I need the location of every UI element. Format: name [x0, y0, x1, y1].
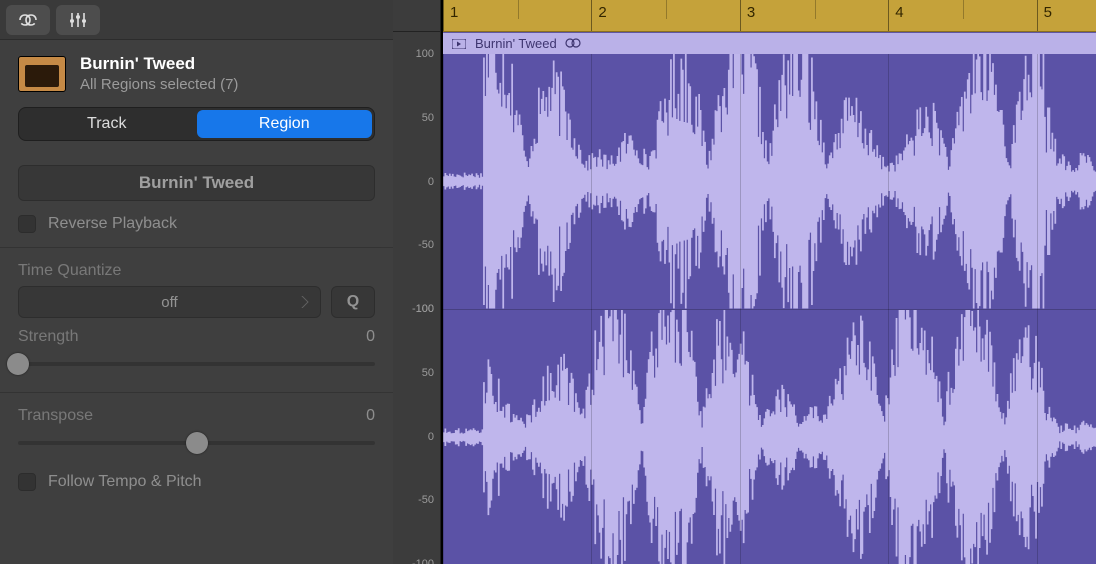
clip-label: Burnin' Tweed [475, 36, 557, 51]
tab-region[interactable]: Region [197, 110, 373, 138]
stereo-icon [565, 36, 581, 51]
follow-tempo-checkbox[interactable] [18, 473, 36, 491]
y-scale-bottom: 100500-50-100 [393, 309, 440, 564]
y-tick: 0 [428, 431, 434, 443]
y-tick: -50 [418, 239, 434, 251]
bar-ruler[interactable]: 12345 [443, 0, 1096, 32]
divider [0, 392, 393, 393]
play-icon [451, 38, 467, 50]
region-subtitle: All Regions selected (7) [80, 76, 238, 93]
track-region-segmented[interactable]: Track Region [18, 107, 375, 141]
divider [0, 247, 393, 248]
region-title: Burnin' Tweed [80, 54, 238, 74]
waveform-editor: 100500-50-100 100500-50-100 12345 Burnin… [393, 0, 1096, 564]
region-name-field[interactable]: Burnin' Tweed [18, 165, 375, 201]
time-quantize-select[interactable]: off [18, 286, 321, 318]
y-tick: -100 [412, 558, 434, 564]
waveform-channel-right [443, 309, 1096, 564]
region-properties-panel: Burnin' Tweed Reverse Playback Time Quan… [0, 155, 393, 505]
slider-track [18, 362, 375, 366]
waveform-area[interactable] [443, 54, 1096, 564]
transpose-slider[interactable] [18, 429, 375, 457]
filter-icon [68, 11, 88, 29]
transpose-param: Transpose 0 [18, 407, 375, 425]
slider-thumb[interactable] [186, 432, 208, 454]
loop-icon [16, 12, 40, 28]
bar-4[interactable]: 4 [888, 0, 1036, 31]
time-quantize-label: Time Quantize [18, 262, 375, 280]
audio-editor-root: Burnin' Tweed All Regions selected (7) T… [0, 0, 1096, 564]
strength-slider[interactable] [18, 350, 375, 378]
tab-track[interactable]: Track [19, 108, 195, 140]
y-tick: -50 [418, 494, 434, 506]
inspector-toolbar [0, 0, 393, 40]
transpose-label: Transpose [18, 407, 93, 425]
bar-5[interactable]: 5 [1037, 0, 1096, 31]
follow-tempo-row[interactable]: Follow Tempo & Pitch [18, 473, 375, 491]
reverse-playback-row[interactable]: Reverse Playback [18, 215, 375, 233]
y-tick: 0 [428, 176, 434, 188]
y-tick: 100 [416, 303, 434, 315]
editor-main: 12345 Burnin' Tweed [441, 0, 1096, 564]
strength-value: 0 [366, 328, 375, 346]
y-tick: 50 [422, 112, 434, 124]
bar-1[interactable]: 1 [443, 0, 591, 31]
y-tick: 100 [416, 48, 434, 60]
slider-thumb[interactable] [7, 353, 29, 375]
region-title-block: Burnin' Tweed All Regions selected (7) [80, 54, 238, 93]
strength-param: Strength 0 [18, 328, 375, 346]
loop-tool-button[interactable] [6, 5, 50, 35]
clip-header[interactable]: Burnin' Tweed [443, 32, 1096, 54]
time-quantize-controls: off Q [18, 286, 375, 318]
quantize-button[interactable]: Q [331, 286, 375, 318]
waveform-channel-left [443, 54, 1096, 309]
reverse-playback-checkbox[interactable] [18, 215, 36, 233]
bar-2[interactable]: 2 [591, 0, 739, 31]
bar-3[interactable]: 3 [740, 0, 888, 31]
y-axis-gutter: 100500-50-100 100500-50-100 [393, 0, 441, 564]
region-header-row: Burnin' Tweed All Regions selected (7) [0, 40, 393, 103]
filter-tool-button[interactable] [56, 5, 100, 35]
follow-tempo-label: Follow Tempo & Pitch [48, 473, 202, 491]
inspector-panel: Burnin' Tweed All Regions selected (7) T… [0, 0, 393, 564]
strength-label: Strength [18, 328, 78, 346]
track-thumbnail [18, 56, 66, 92]
reverse-playback-label: Reverse Playback [48, 215, 177, 233]
transpose-value: 0 [366, 407, 375, 425]
y-scale-top: 100500-50-100 [393, 54, 440, 309]
y-tick: 50 [422, 367, 434, 379]
